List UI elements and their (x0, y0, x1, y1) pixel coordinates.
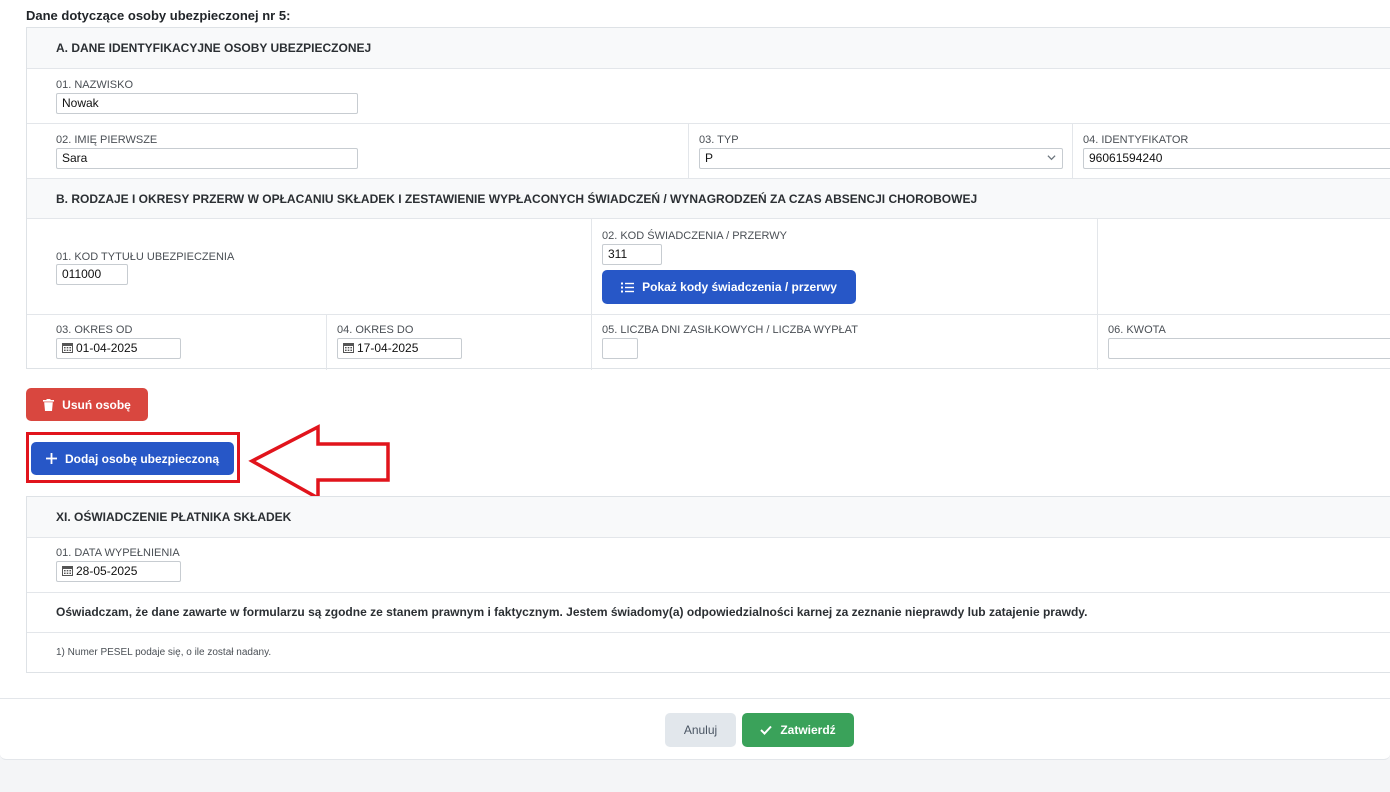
kod-swiadczenia-label: 02. KOD ŚWIADCZENIA / PRZERWY (602, 230, 787, 242)
footnote-text: 1) Numer PESEL podaje się, o ile został … (56, 647, 272, 658)
remove-person-label: Usuń osobę (62, 397, 131, 412)
footer-divider (0, 698, 1390, 699)
cancel-button[interactable]: Anuluj (665, 713, 736, 747)
kwota-cell: 06. KWOTA (1097, 315, 1390, 370)
section-xi-header: XI. OŚWIADCZENIE PŁATNIKA SKŁADEK (27, 497, 1390, 537)
kod-swiadczenia-cell: 02. KOD ŚWIADCZENIA / PRZERWY 311 Pokaż … (591, 219, 1097, 314)
remove-person-button[interactable]: Usuń osobę (26, 388, 148, 421)
section-a-row-2: 02. IMIĘ PIERWSZE Sara 03. TYP P 04. IDE… (27, 123, 1390, 178)
kod-swiadczenia-input[interactable]: 311 (602, 244, 662, 265)
chevron-down-icon (1047, 152, 1056, 167)
section-a-row-1: 01. NAZWISKO Nowak (27, 68, 1390, 123)
add-person-button[interactable]: Dodaj osobę ubezpieczoną (31, 442, 234, 475)
nazwisko-label: 01. NAZWISKO (56, 79, 134, 91)
identyfikator-input[interactable]: 96061594240 (1083, 148, 1390, 169)
show-codes-label: Pokaż kody świadczenia / przerwy (642, 280, 837, 294)
section-b-header: B. RODZAJE I OKRESY PRZERW W OPŁACANIU S… (27, 178, 1390, 218)
calendar-icon (343, 342, 354, 353)
kod-tytulu-input[interactable]: 011000 (56, 264, 128, 285)
okres-do-label: 04. OKRES DO (337, 324, 414, 336)
typ-value: P (705, 151, 714, 165)
okres-do-cell: 04. OKRES DO 17-04-2025 (326, 315, 591, 370)
liczba-dni-input[interactable] (602, 338, 638, 359)
imie-label: 02. IMIĘ PIERWSZE (56, 134, 158, 146)
nazwisko-input[interactable]: Nowak (56, 93, 358, 114)
okres-do-value: 17-04-2025 (357, 341, 419, 355)
section-b-title: B. RODZAJE I OKRESY PRZERW W OPŁACANIU S… (56, 192, 978, 206)
calendar-icon (62, 342, 73, 353)
calendar-icon (62, 565, 73, 576)
confirm-label: Zatwierdź (780, 723, 836, 737)
data-wypelnienia-value: 28-05-2025 (76, 564, 138, 578)
section-xi-title: XI. OŚWIADCZENIE PŁATNIKA SKŁADEK (56, 510, 292, 524)
typ-cell: 03. TYP P (688, 124, 1072, 178)
okres-do-input[interactable]: 17-04-2025 (337, 338, 462, 359)
cancel-label: Anuluj (683, 723, 718, 737)
person-title: Dane dotyczące osoby ubezpieczonej nr 5: (26, 8, 291, 23)
section-b-row-2: 03. OKRES OD 01-04-2025 04. OKRES DO 17-… (27, 314, 1390, 370)
plus-icon (45, 453, 57, 464)
section-a-header: A. DANE IDENTYFIKACYJNE OSOBY UBEZPIECZO… (27, 28, 1390, 68)
section-a-title: A. DANE IDENTYFIKACYJNE OSOBY UBEZPIECZO… (56, 41, 372, 55)
kwota-input[interactable] (1108, 338, 1390, 359)
form-card: Dane dotyczące osoby ubezpieczonej nr 5:… (0, 0, 1390, 760)
kod-tytulu-label: 01. KOD TYTUŁU UBEZPIECZENIA (56, 251, 235, 263)
identyfikator-label: 04. IDENTYFIKATOR (1083, 134, 1189, 146)
section-xi-row-footnote: 1) Numer PESEL podaje się, o ile został … (27, 632, 1390, 674)
empty-cell (1097, 219, 1390, 314)
liczba-dni-label: 05. LICZBA DNI ZASIŁKOWYCH / LICZBA WYPŁ… (602, 324, 858, 336)
typ-label: 03. TYP (699, 134, 739, 146)
trash-icon (43, 398, 55, 411)
confirm-button[interactable]: Zatwierdź (742, 713, 854, 747)
okres-od-label: 03. OKRES OD (56, 324, 133, 336)
okres-od-value: 01-04-2025 (76, 341, 138, 355)
section-b-row-1: 01. KOD TYTUŁU UBEZPIECZENIA 011000 02. … (27, 218, 1390, 314)
okres-od-input[interactable]: 01-04-2025 (56, 338, 181, 359)
list-icon (621, 282, 635, 293)
data-wypelnienia-input[interactable]: 28-05-2025 (56, 561, 181, 582)
liczba-dni-cell: 05. LICZBA DNI ZASIŁKOWYCH / LICZBA WYPŁ… (591, 315, 1097, 370)
declaration-text: Oświadczam, że dane zawarte w formularzu… (56, 605, 1088, 619)
insured-person-box: A. DANE IDENTYFIKACYJNE OSOBY UBEZPIECZO… (26, 27, 1390, 370)
section-xi-row-declaration: Oświadczam, że dane zawarte w formularzu… (27, 592, 1390, 632)
data-wypelnienia-label: 01. DATA WYPEŁNIENIA (56, 547, 180, 559)
add-person-label: Dodaj osobę ubezpieczoną (64, 451, 220, 466)
check-icon (760, 725, 773, 735)
typ-select[interactable]: P (699, 148, 1063, 169)
identyfikator-cell: 04. IDENTYFIKATOR 96061594240 (1072, 124, 1390, 178)
section-xi-row-date: 01. DATA WYPEŁNIENIA 28-05-2025 (27, 537, 1390, 592)
kwota-label: 06. KWOTA (1108, 324, 1166, 336)
section-xi-box: XI. OŚWIADCZENIE PŁATNIKA SKŁADEK 01. DA… (26, 496, 1390, 673)
show-codes-button[interactable]: Pokaż kody świadczenia / przerwy (602, 270, 856, 304)
imie-input[interactable]: Sara (56, 148, 358, 169)
